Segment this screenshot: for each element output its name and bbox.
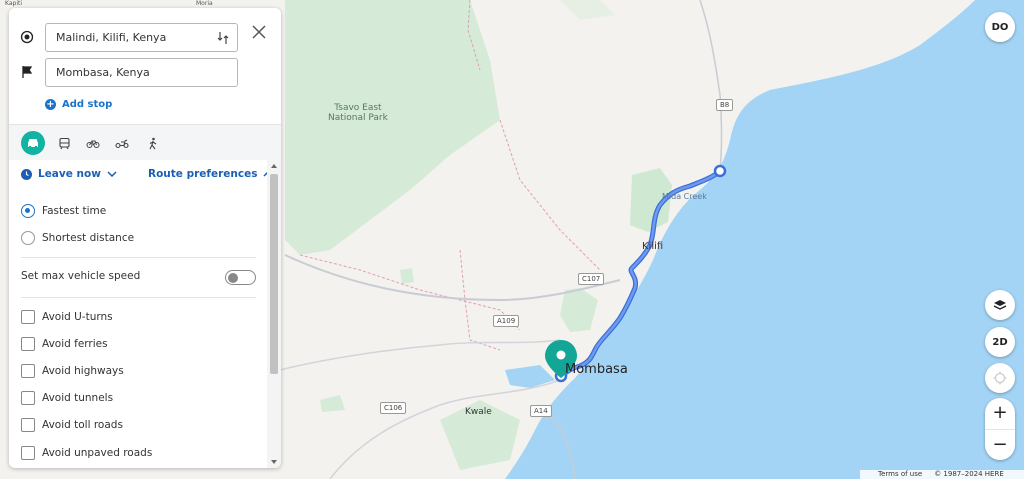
- origin-text: Malindi, Kilifi, Kenya: [56, 31, 167, 44]
- flag-icon: [22, 66, 33, 78]
- pedestrian-icon: [149, 137, 157, 149]
- user-initials: DO: [991, 21, 1009, 33]
- checkbox-avoid-toll-roads[interactable]: Avoid toll roads: [21, 418, 123, 432]
- zoom-in-button[interactable]: +: [985, 398, 1015, 429]
- mode-scooter[interactable]: [110, 131, 134, 155]
- view-mode-label: 2D: [992, 336, 1008, 348]
- avoid-label: Avoid unpaved roads: [42, 447, 153, 459]
- route-options: Leave now Route preferences Fastest time…: [9, 160, 281, 468]
- shortest-distance-label: Shortest distance: [42, 232, 135, 244]
- map-label-top1: Kapiti: [5, 0, 23, 7]
- checkbox-box: [21, 391, 35, 405]
- max-speed-toggle[interactable]: [225, 270, 256, 285]
- road-shield-c106: C106: [380, 402, 407, 414]
- checkbox-avoid-u-turns[interactable]: Avoid U-turns: [21, 310, 113, 324]
- map-label-tsavo: Tsavo East National Park: [328, 103, 388, 123]
- transport-mode-bar: [9, 124, 281, 160]
- scroll-down-icon[interactable]: [271, 460, 277, 464]
- radio-dot: [21, 231, 35, 245]
- map-label-mombasa: Mombasa: [565, 362, 628, 377]
- map-label-kilifi: Kilifi: [642, 241, 664, 252]
- route-preferences-label: Route preferences: [148, 168, 258, 180]
- avoid-label: Avoid U-turns: [42, 311, 113, 323]
- map-footer: Terms of use © 1987–2024 HERE: [860, 470, 1024, 479]
- car-icon: [28, 139, 38, 149]
- origin-dot-icon: [20, 30, 34, 44]
- radio-shortest-distance[interactable]: Shortest distance: [21, 231, 134, 245]
- leave-now-label: Leave now: [38, 168, 101, 180]
- swap-icon[interactable]: [217, 31, 229, 45]
- close-icon[interactable]: [249, 22, 269, 42]
- add-stop-button[interactable]: + Add stop: [45, 96, 112, 112]
- plus-circle-icon: +: [45, 98, 56, 110]
- road-shield-a14: A14: [530, 405, 552, 417]
- add-stop-label: Add stop: [62, 98, 113, 110]
- origin-row: Malindi, Kilifi, Kenya: [9, 23, 281, 53]
- scroll-up-icon[interactable]: [271, 164, 277, 168]
- avoid-label: Avoid ferries: [42, 338, 108, 350]
- checkbox-box: [21, 337, 35, 351]
- divider: [21, 257, 256, 258]
- map-label-kwale: Kwale: [465, 407, 492, 417]
- mode-car[interactable]: [21, 131, 45, 155]
- mode-bicycle[interactable]: [81, 131, 105, 155]
- view-mode-button[interactable]: 2D: [985, 327, 1015, 357]
- checkbox-avoid-unpaved-roads[interactable]: Avoid unpaved roads: [21, 446, 152, 460]
- mode-pedestrian[interactable]: [141, 131, 165, 155]
- max-speed-row: Set max vehicle speed: [21, 270, 256, 286]
- chevron-down-icon: [107, 171, 117, 177]
- terms-link[interactable]: Terms of use: [878, 470, 922, 479]
- route-panel: Malindi, Kilifi, Kenya Mombasa, Kenya + …: [9, 8, 281, 468]
- checkbox-box: [21, 364, 35, 378]
- checkbox-box: [21, 310, 35, 324]
- avoid-label: Avoid highways: [42, 365, 124, 377]
- destination-input[interactable]: Mombasa, Kenya: [45, 58, 238, 87]
- radio-dot-selected: [21, 204, 35, 218]
- road-shield-b8: B8: [716, 99, 734, 111]
- clock-icon: [21, 168, 32, 180]
- road-shield-a109: A109: [493, 315, 520, 327]
- destination-text: Mombasa, Kenya: [56, 66, 150, 79]
- mode-public-transport[interactable]: [52, 131, 76, 155]
- checkbox-avoid-tunnels[interactable]: Avoid tunnels: [21, 391, 113, 405]
- locate-icon: [993, 371, 1007, 385]
- checkbox-box: [21, 418, 35, 432]
- map-label-mida-creek: Mida Creek: [662, 192, 707, 201]
- checkbox-avoid-ferries[interactable]: Avoid ferries: [21, 337, 108, 351]
- scooter-icon: [115, 139, 129, 149]
- zoom-control: + −: [985, 398, 1015, 460]
- map-label-top2: Moria: [196, 0, 213, 7]
- layers-icon: [993, 299, 1007, 310]
- max-speed-label: Set max vehicle speed: [21, 270, 141, 282]
- bus-icon: [58, 137, 70, 149]
- fastest-time-label: Fastest time: [42, 205, 107, 217]
- user-avatar[interactable]: DO: [985, 12, 1015, 42]
- origin-input[interactable]: Malindi, Kilifi, Kenya: [45, 23, 238, 52]
- destination-row: Mombasa, Kenya: [9, 58, 281, 88]
- scroll-thumb[interactable]: [270, 174, 278, 374]
- divider: [21, 297, 256, 298]
- checkbox-avoid-highways[interactable]: Avoid highways: [21, 364, 124, 378]
- toggle-knob: [228, 273, 238, 283]
- avoid-label: Avoid toll roads: [42, 419, 123, 431]
- route-preferences-toggle[interactable]: Route preferences: [148, 168, 273, 180]
- locate-button[interactable]: [985, 363, 1015, 393]
- layers-button[interactable]: [985, 290, 1015, 320]
- leave-now-dropdown[interactable]: Leave now: [21, 168, 117, 180]
- radio-fastest-time[interactable]: Fastest time: [21, 204, 106, 218]
- copyright-text: © 1987–2024 HERE: [934, 470, 1004, 478]
- options-scrollbar[interactable]: [267, 160, 281, 468]
- avoid-label: Avoid tunnels: [42, 392, 114, 404]
- bicycle-icon: [86, 140, 100, 148]
- checkbox-box: [21, 446, 35, 460]
- road-shield-c107: C107: [578, 273, 605, 285]
- zoom-out-button[interactable]: −: [985, 429, 1015, 460]
